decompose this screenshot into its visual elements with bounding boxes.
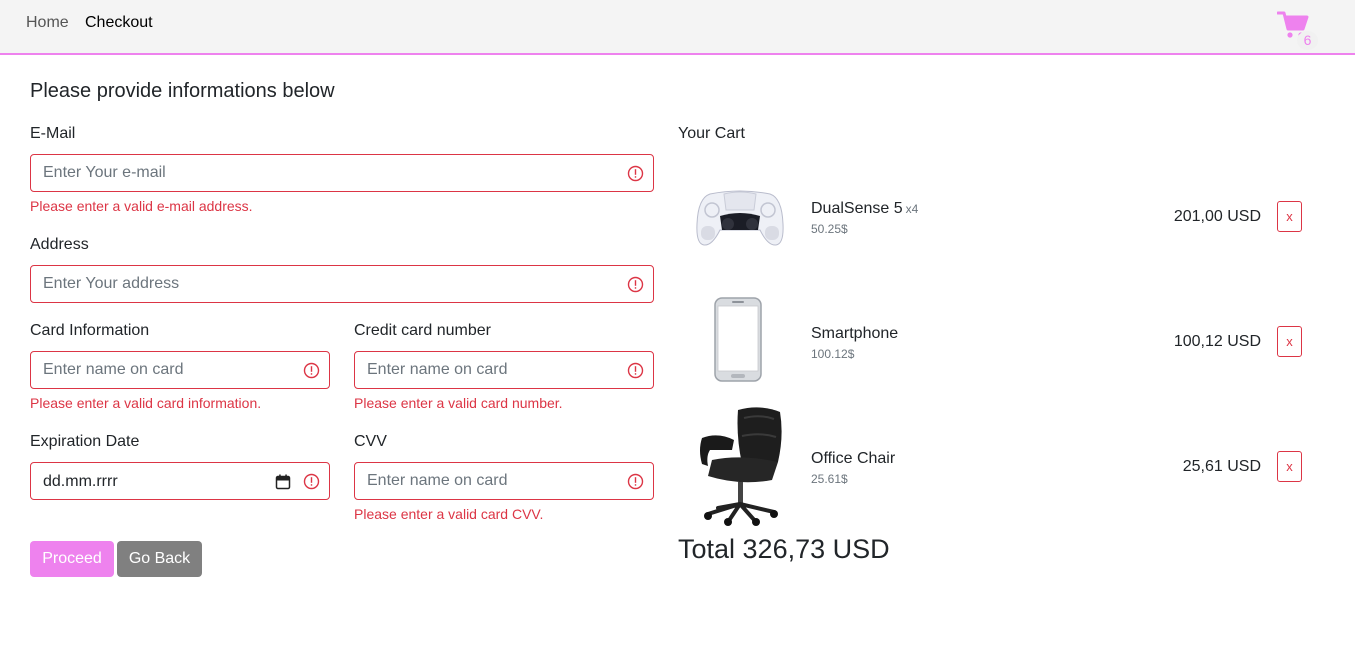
office-chair-image xyxy=(700,407,782,526)
address-field[interactable] xyxy=(30,265,654,303)
cart-item-name: Office Chair xyxy=(811,449,895,468)
card-info-field[interactable] xyxy=(30,351,330,389)
exclamation-circle-icon xyxy=(627,362,644,379)
go-back-button[interactable]: Go Back xyxy=(117,541,202,577)
cart-item-total: 25,61 USD xyxy=(1182,458,1261,475)
exclamation-circle-icon xyxy=(627,276,644,293)
proceed-button[interactable]: Proceed xyxy=(30,541,114,577)
cart-item-name-text: DualSense 5 xyxy=(811,200,903,217)
exclamation-circle-icon xyxy=(303,362,320,379)
card-number-error: Please enter a valid card number. xyxy=(354,395,563,411)
email-input[interactable] xyxy=(43,155,613,191)
gamepad-image xyxy=(696,190,784,246)
exclamation-circle-icon xyxy=(303,473,320,490)
card-number-field[interactable] xyxy=(354,351,654,389)
page-title: Please provide informations below xyxy=(30,80,335,102)
calendar-icon[interactable] xyxy=(275,474,291,490)
address-label: Address xyxy=(30,236,89,253)
cart-item-total: 201,00 USD xyxy=(1173,208,1261,225)
remove-item-button[interactable]: x xyxy=(1277,451,1302,482)
card-info-input[interactable] xyxy=(43,352,293,388)
smartphone-image xyxy=(714,297,762,382)
cart-item-unit-price: 50.25$ xyxy=(811,222,848,236)
card-info-label: Card Information xyxy=(30,322,150,339)
remove-item-button[interactable]: x xyxy=(1277,201,1302,232)
expiration-date-input[interactable]: dd.mm.rrrr xyxy=(43,472,118,491)
cart-item-quantity: x4 xyxy=(905,202,919,216)
cvv-input[interactable] xyxy=(367,463,617,499)
email-label: E-Mail xyxy=(30,125,76,142)
cvv-field[interactable] xyxy=(354,462,654,500)
cart-count-badge: 6 xyxy=(1297,31,1318,50)
card-number-input[interactable] xyxy=(367,352,617,388)
cart-item-unit-price: 25.61$ xyxy=(811,472,848,486)
cart-item-name: Smartphone xyxy=(811,324,898,343)
cvv-label: CVV xyxy=(354,433,387,450)
expiration-label: Expiration Date xyxy=(30,433,140,450)
card-info-error: Please enter a valid card information. xyxy=(30,395,262,411)
exclamation-circle-icon xyxy=(627,165,644,182)
cvv-error: Please enter a valid card CVV. xyxy=(354,506,544,522)
cart-item-name-text: Smartphone xyxy=(811,325,899,342)
email-field[interactable] xyxy=(30,154,654,192)
cart-item-name: DualSense 5 x4 xyxy=(811,199,918,219)
cart-item-name-text: Office Chair xyxy=(811,450,896,467)
nav-checkout-link[interactable]: Checkout xyxy=(85,13,153,32)
exclamation-circle-icon xyxy=(627,473,644,490)
cart-item-unit-price: 100.12$ xyxy=(811,347,855,361)
nav-home-link[interactable]: Home xyxy=(26,13,69,32)
cart-title: Your Cart xyxy=(678,125,745,142)
expiration-field[interactable]: dd.mm.rrrr xyxy=(30,462,330,500)
cart-total: Total 326,73 USD xyxy=(678,534,890,564)
card-number-label: Credit card number xyxy=(354,322,491,339)
address-input[interactable] xyxy=(43,266,613,302)
remove-item-button[interactable]: x xyxy=(1277,326,1302,357)
cart-item-total: 100,12 USD xyxy=(1173,333,1261,350)
navbar: Home Checkout 6 xyxy=(0,0,1355,55)
email-error: Please enter a valid e-mail address. xyxy=(30,198,253,214)
